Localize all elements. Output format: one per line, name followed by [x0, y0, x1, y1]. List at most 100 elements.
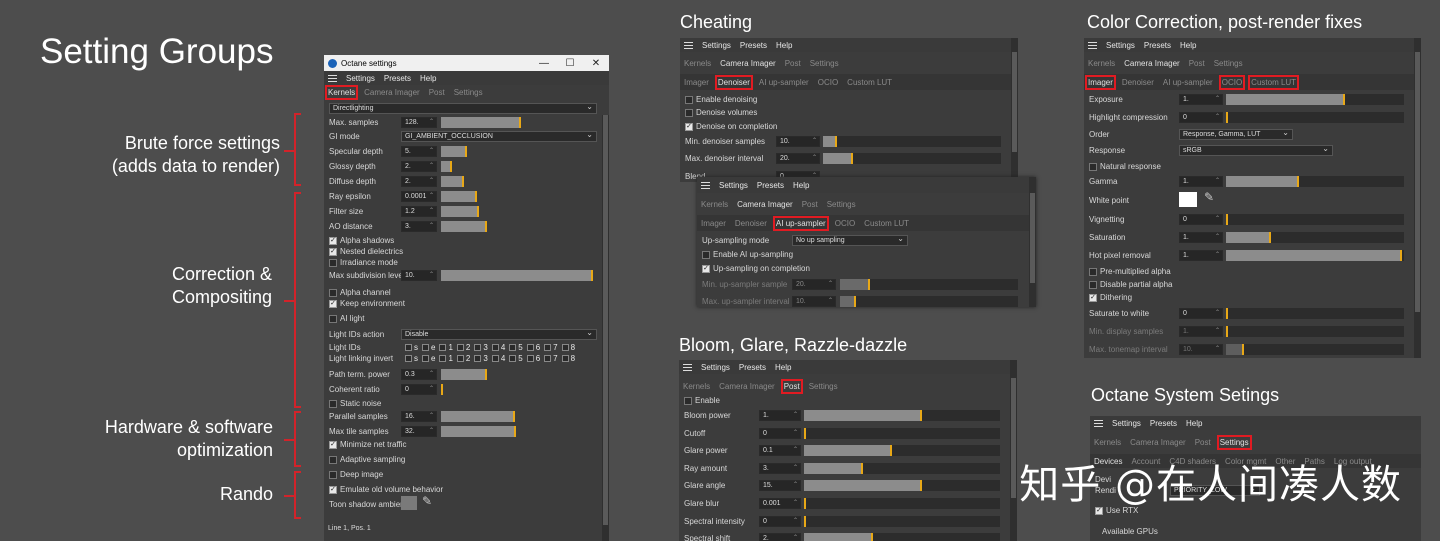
denoise-volumes-checkbox[interactable] — [685, 108, 693, 117]
tab-camera-imager[interactable]: Camera Imager — [719, 382, 775, 391]
post-row-input[interactable]: 1. — [759, 410, 801, 421]
menu-settings[interactable]: Settings — [719, 181, 748, 190]
close-button[interactable]: ✕ — [583, 58, 609, 69]
min-denoiser-samples-slider[interactable] — [823, 136, 1001, 147]
hamburger-menu-icon[interactable] — [1094, 419, 1103, 427]
ao-distance-input[interactable]: 3. — [401, 221, 437, 232]
white-point-swatch[interactable] — [1179, 192, 1197, 207]
light-link-checkbox[interactable] — [561, 355, 569, 362]
max-tonemap-interval-slider[interactable] — [1226, 344, 1404, 355]
subtab-ocio[interactable]: OCIO — [1218, 74, 1246, 90]
post-row-slider[interactable] — [804, 516, 1000, 527]
toon-shadow-color-swatch[interactable] — [401, 496, 417, 510]
min-denoiser-samples-input[interactable]: 10. — [776, 136, 820, 147]
hamburger-menu-icon[interactable] — [328, 74, 337, 82]
light-id-checkbox[interactable] — [544, 344, 552, 351]
hamburger-menu-icon[interactable] — [701, 181, 710, 189]
subtab-ai-upsampler[interactable]: AI up-sampler — [1163, 78, 1213, 87]
glossy-depth-slider[interactable] — [441, 161, 452, 172]
natural-response-checkbox[interactable] — [1089, 162, 1097, 171]
max-samples-slider[interactable] — [441, 117, 521, 128]
tab-post[interactable]: Post — [429, 88, 445, 97]
maximize-button[interactable]: ☐ — [557, 58, 583, 69]
subtab-ocio[interactable]: OCIO — [835, 219, 855, 228]
min-upsampler-sample-slider[interactable] — [840, 279, 1018, 290]
post-row-slider[interactable] — [804, 533, 1000, 541]
light-id-checkbox[interactable] — [456, 344, 464, 351]
path-term-power-slider[interactable] — [441, 369, 487, 380]
eyedropper-icon[interactable]: ✎ — [1204, 190, 1214, 204]
specular-depth-input[interactable]: 5. — [401, 146, 437, 157]
tab-camera-imager[interactable]: Camera Imager — [1130, 438, 1186, 447]
filter-size-slider[interactable] — [441, 206, 479, 217]
order-dropdown[interactable]: Response, Gamma, LUT — [1179, 128, 1293, 140]
menu-settings[interactable]: Settings — [701, 363, 730, 372]
post-row-slider[interactable] — [804, 480, 1000, 491]
tab-post[interactable]: Post — [1195, 438, 1211, 447]
diffuse-depth-slider[interactable] — [441, 176, 464, 187]
post-row-input[interactable]: 3. — [759, 463, 801, 474]
hot-pixel-input[interactable]: 1. — [1179, 250, 1223, 261]
subtab-imager[interactable]: Imager — [701, 219, 726, 228]
menu-help[interactable]: Help — [1180, 41, 1196, 50]
light-link-checkbox[interactable] — [474, 355, 482, 362]
post-row-slider[interactable] — [804, 463, 1000, 474]
light-link-checkbox[interactable] — [509, 355, 517, 362]
deep-image-checkbox[interactable] — [329, 470, 337, 479]
light-ids-action-dropdown[interactable]: Disable — [401, 328, 597, 340]
response-dropdown[interactable]: sRGB — [1179, 144, 1333, 156]
glossy-depth-input[interactable]: 2. — [401, 161, 437, 172]
min-upsampler-sample-input[interactable]: 20. — [792, 279, 836, 290]
subtab-custom-lut[interactable]: Custom LUT — [1248, 74, 1300, 90]
menu-settings[interactable]: Settings — [1112, 419, 1141, 428]
min-display-samples-slider[interactable] — [1226, 326, 1404, 337]
hot-pixel-slider[interactable] — [1226, 250, 1404, 261]
hamburger-menu-icon[interactable] — [683, 363, 692, 371]
denoiser-scrollbar[interactable] — [1011, 38, 1018, 182]
subtab-denoiser[interactable]: Denoiser — [714, 74, 753, 90]
light-link-checkbox[interactable] — [456, 355, 464, 362]
light-id-checkbox[interactable] — [526, 344, 534, 351]
menu-presets[interactable]: Presets — [384, 74, 411, 83]
upsampling-mode-dropdown[interactable]: No up sampling — [792, 234, 908, 246]
enable-ai-upsampling-checkbox[interactable] — [702, 250, 710, 259]
max-denoiser-interval-slider[interactable] — [823, 153, 1001, 164]
path-term-power-input[interactable]: 0.3 — [401, 369, 437, 380]
tab-camera-imager[interactable]: Camera Imager — [364, 88, 420, 97]
light-id-checkbox[interactable] — [422, 344, 429, 351]
light-id-checkbox[interactable] — [491, 344, 499, 351]
ao-distance-slider[interactable] — [441, 221, 487, 232]
light-id-checkbox[interactable] — [509, 344, 517, 351]
hamburger-menu-icon[interactable] — [684, 41, 693, 49]
subtab-custom-lut[interactable]: Custom LUT — [864, 219, 909, 228]
light-id-checkbox[interactable] — [561, 344, 569, 351]
menu-presets[interactable]: Presets — [757, 181, 784, 190]
saturate-to-white-slider[interactable] — [1226, 308, 1404, 319]
minimize-net-traffic-checkbox[interactable]: ✓ — [329, 440, 337, 449]
gamma-slider[interactable] — [1226, 176, 1404, 187]
dithering-checkbox[interactable]: ✓ — [1089, 293, 1097, 302]
ray-epsilon-input[interactable]: 0.0001 — [401, 191, 437, 202]
menu-settings[interactable]: Settings — [1106, 41, 1135, 50]
exposure-slider[interactable] — [1226, 94, 1404, 105]
light-id-checkbox[interactable] — [474, 344, 482, 351]
menu-help[interactable]: Help — [793, 181, 809, 190]
highlight-input[interactable]: 0 — [1179, 112, 1223, 123]
eyedropper-icon[interactable]: ✎ — [422, 494, 432, 508]
ai-light-checkbox[interactable] — [329, 314, 337, 323]
kernel-dropdown[interactable]: Directlighting — [329, 102, 597, 114]
tab-post[interactable]: Post — [785, 59, 801, 68]
static-noise-checkbox[interactable] — [329, 399, 337, 408]
filter-size-input[interactable]: 1.2 — [401, 206, 437, 217]
subtab-imager[interactable]: Imager — [684, 78, 709, 87]
alpha-channel-checkbox[interactable] — [329, 288, 337, 297]
max-upsampler-interval-input[interactable]: 10. — [792, 296, 836, 307]
menu-help[interactable]: Help — [776, 41, 792, 50]
menu-presets[interactable]: Presets — [1144, 41, 1171, 50]
enable-post-checkbox[interactable] — [684, 396, 692, 405]
post-row-input[interactable]: 0.001 — [759, 498, 801, 509]
keep-environment-checkbox[interactable]: ✓ — [329, 299, 337, 308]
subtab-imager[interactable]: Imager — [1085, 74, 1116, 90]
tab-kernels[interactable]: Kernels — [684, 59, 711, 68]
exposure-input[interactable]: 1. — [1179, 94, 1223, 105]
